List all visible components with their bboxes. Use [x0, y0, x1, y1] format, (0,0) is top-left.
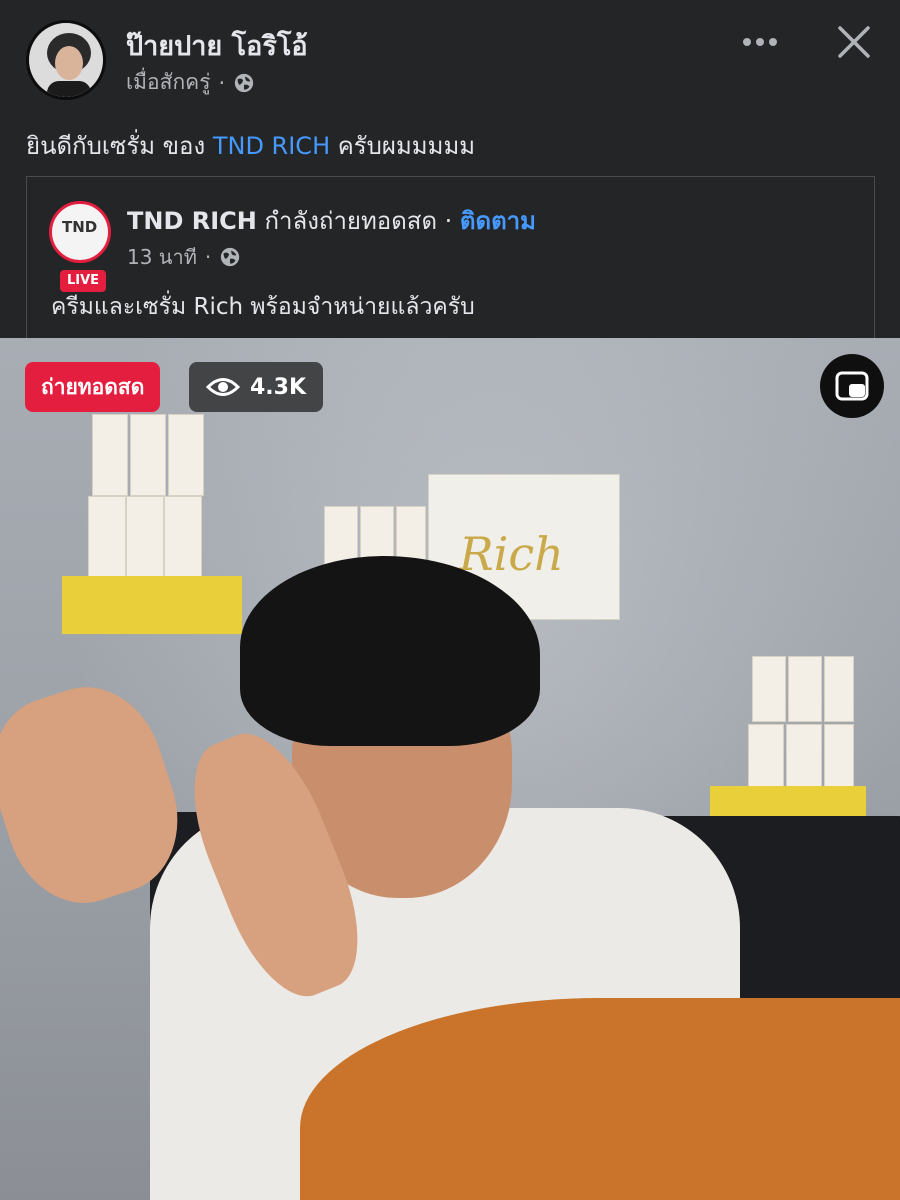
post-text-prefix: ยินดีกับเซรั่ม ของ: [26, 132, 213, 160]
poster-text: Rich: [459, 527, 564, 581]
page-name[interactable]: TND RICH: [127, 207, 257, 235]
page-logo: TND: [62, 218, 98, 236]
shared-live-card[interactable]: TND LIVE TND RICH กำลังถ่ายทอดสด · ติดตา…: [26, 176, 875, 338]
product-box: [748, 724, 784, 790]
more-dot: [769, 38, 777, 46]
meta-separator: ·: [218, 70, 226, 95]
product-box: [164, 496, 202, 578]
person-hair: [240, 556, 540, 746]
meta-separator: ·: [204, 245, 212, 269]
product-box: [168, 414, 204, 496]
product-box: [788, 656, 822, 722]
post-time[interactable]: เมื่อสักครู่: [126, 66, 211, 99]
follow-button[interactable]: ติดตาม: [460, 207, 536, 235]
viewer-count-value: 4.3K: [249, 374, 307, 400]
more-options-button[interactable]: [738, 22, 782, 62]
product-box: [786, 724, 822, 790]
product-box: [88, 496, 126, 578]
post-text: ยินดีกับเซรั่ม ของ TND RICH ครับผมมมมม: [26, 126, 475, 165]
post-meta: เมื่อสักครู่ ·: [126, 66, 255, 99]
product-box: [824, 724, 854, 790]
picture-in-picture-icon: [835, 371, 869, 401]
eye-icon: [205, 378, 240, 396]
post-header: ป๊ายปาย โอริโอ้ เมื่อสักครู่ ·: [0, 0, 900, 120]
shared-time[interactable]: 13 นาที: [127, 241, 197, 273]
close-icon[interactable]: [830, 18, 878, 66]
product-box: [92, 414, 128, 496]
yellow-shelf: [62, 576, 242, 634]
author-avatar[interactable]: [26, 20, 106, 100]
shared-header: TND RICH กำลังถ่ายทอดสด · ติดตาม: [127, 201, 536, 240]
post-text-link[interactable]: TND RICH: [213, 132, 330, 160]
product-box: [126, 496, 164, 578]
author-name[interactable]: ป๊ายปาย โอริโอ้: [126, 24, 308, 67]
viewer-count: 4.3K: [189, 362, 323, 412]
shared-text: ครีมและเซรั่ม Rich พร้อมจำหน่ายแล้วครับ: [51, 294, 475, 320]
live-status: กำลังถ่ายทอดสด ·: [256, 207, 460, 235]
live-video[interactable]: Rich ถ่ายทอดสด 4.3K: [0, 338, 900, 1200]
product-box: [824, 656, 854, 722]
shared-meta: 13 นาที ·: [127, 241, 241, 273]
live-badge: ถ่ายทอดสด: [25, 362, 161, 412]
page-avatar[interactable]: TND LIVE: [49, 201, 111, 292]
more-dot: [756, 38, 764, 46]
product-box: [130, 414, 166, 496]
picture-in-picture-button[interactable]: [820, 354, 884, 418]
product-box: [752, 656, 786, 722]
post-text-suffix: ครับผมมมมม: [330, 132, 476, 160]
globe-icon: [221, 247, 240, 267]
more-dots-icon: [743, 38, 751, 46]
globe-icon: [235, 73, 254, 92]
